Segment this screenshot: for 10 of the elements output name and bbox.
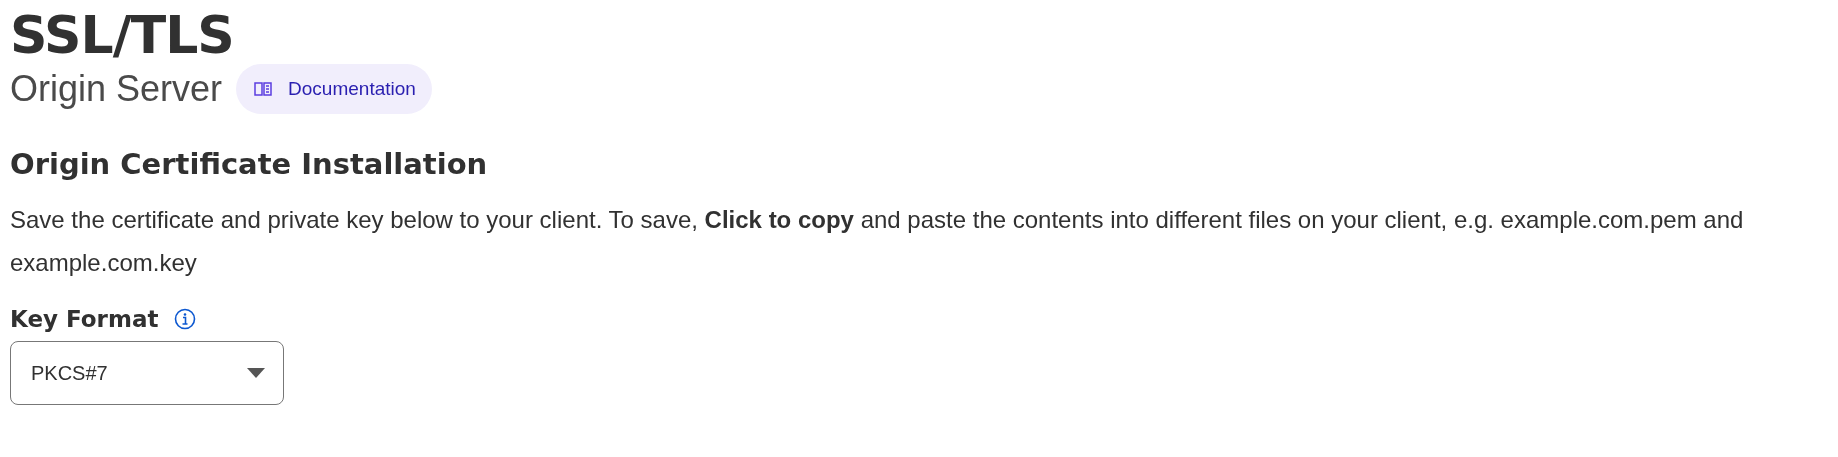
info-icon[interactable]: [174, 308, 197, 330]
key-format-dropdown[interactable]: PKCS#7: [10, 341, 284, 405]
section-heading: Origin Certificate Installation: [10, 146, 489, 183]
caret-icon: [247, 368, 265, 378]
page-title: SSL/TLS: [10, 4, 235, 67]
documentation-link[interactable]: Documentation: [236, 64, 432, 114]
book-icon: [254, 81, 273, 97]
page-subtitle: Origin Server: [10, 68, 223, 110]
section-description: Save the certificate and private key below to your client. To save, Click to copy and paste the contents into different files on your client, e.g. example.com.pem and example.com.key: [10, 205, 1745, 278]
field-label: Key Format: [10, 306, 159, 332]
